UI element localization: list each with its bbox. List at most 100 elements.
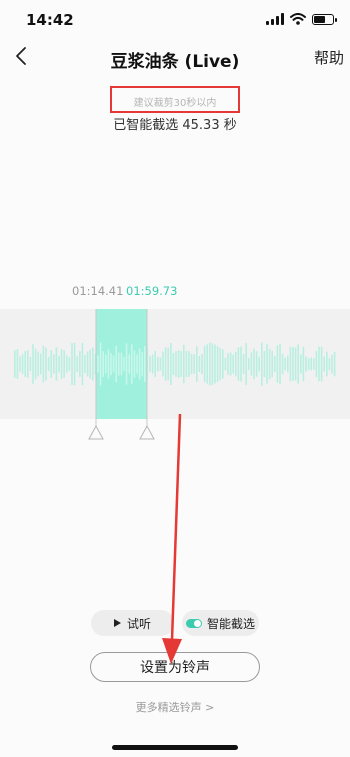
waveform-bar <box>266 344 268 384</box>
waveform-bar <box>141 351 143 377</box>
more-ringtones-link[interactable]: 更多精选铃声 > <box>0 699 350 715</box>
selection-start-time: 01:14.41 <box>72 284 124 298</box>
waveform-bar <box>331 354 333 374</box>
waveform-bar <box>198 355 201 373</box>
page-title: 豆浆油条 (Live) <box>110 52 240 72</box>
waveform-bar <box>274 356 276 372</box>
waveform-bar <box>144 345 146 383</box>
waveform-bar <box>19 356 21 372</box>
waveform-bar <box>102 350 104 378</box>
waveform-bar <box>68 357 71 371</box>
waveform-bar <box>177 350 180 378</box>
waveform-bar <box>42 345 45 383</box>
hint-highlight-box: 建议裁剪30秒以内 <box>110 86 240 113</box>
waveform-bar <box>287 355 289 373</box>
waveform-bar <box>154 350 156 378</box>
waveform-bar <box>92 347 94 381</box>
waveform-bar <box>66 355 68 373</box>
waveform-bar <box>302 346 305 382</box>
smart-cut-label: 智能截选 <box>206 616 255 631</box>
waveform-bar <box>63 350 65 378</box>
waveform-bar <box>120 352 123 376</box>
waveform-bar <box>118 352 120 376</box>
help-link[interactable]: 帮助 <box>314 47 344 68</box>
waveform-bar <box>268 348 271 380</box>
waveform-bar <box>279 343 281 385</box>
waveform-bar <box>185 350 188 378</box>
waveform-bar <box>84 355 86 374</box>
waveform-bar <box>172 352 175 376</box>
waveform-bar <box>24 350 26 378</box>
waveform-bar <box>53 354 55 374</box>
waveform-bar <box>209 342 211 386</box>
waveform-bar <box>253 348 255 380</box>
audition-button[interactable]: 试听 <box>91 610 174 636</box>
play-icon <box>113 619 121 627</box>
signal-icon <box>266 13 284 25</box>
wifi-icon <box>290 13 306 25</box>
waveform-bar <box>60 349 63 379</box>
waveform-bar <box>107 349 110 379</box>
waveform-bar <box>222 349 224 379</box>
selection-duration-text: 已智能截选 45.33 秒 <box>113 118 237 133</box>
set-ringtone-button[interactable]: 设置为铃声 <box>90 652 260 682</box>
smart-cut-toggle[interactable]: 智能截选 <box>182 610 259 636</box>
waveform-bar <box>81 342 84 386</box>
waveform-bar <box>235 351 237 377</box>
waveform-bar <box>97 355 99 373</box>
waveform-bar <box>89 349 91 379</box>
trim-hint-text: 建议裁剪30秒以内 <box>133 98 217 109</box>
waveform-bar <box>40 353 42 375</box>
waveform-bar <box>190 353 193 375</box>
waveform-bar <box>206 344 208 384</box>
audition-label: 试听 <box>126 616 151 631</box>
waveform-bar <box>71 343 73 386</box>
waveform-bar <box>240 346 242 382</box>
selection-end-time: 01:59.73 <box>126 284 178 298</box>
waveform-bar <box>34 348 37 380</box>
status-time: 14:42 <box>26 11 74 29</box>
waveform-bar <box>47 356 50 372</box>
waveform-bar <box>55 347 58 381</box>
battery-icon <box>312 13 337 25</box>
waveform-bar <box>242 353 245 375</box>
waveform-bar <box>313 358 315 370</box>
waveform-bar <box>21 354 24 374</box>
waveform-bar <box>237 347 240 381</box>
waveform-bar <box>255 350 258 377</box>
waveform-bar <box>115 345 117 383</box>
waveform-bar <box>131 343 133 385</box>
waveform-bar <box>284 357 286 371</box>
waveform-bar <box>263 350 266 378</box>
waveform-bar <box>276 345 279 383</box>
toggle-on-icon <box>185 618 202 628</box>
waveform-bar <box>203 345 206 383</box>
waveform-bar <box>167 347 169 381</box>
waveform-bar <box>170 342 172 386</box>
right-drag-handle[interactable] <box>139 424 155 440</box>
waveform-bar <box>289 346 292 382</box>
waveform-bar <box>180 351 182 377</box>
waveform-bar <box>196 346 198 382</box>
waveform-bar <box>227 352 229 376</box>
waveform-bar <box>50 350 52 378</box>
waveform-bar <box>310 357 312 371</box>
waveform[interactable] <box>0 309 350 449</box>
home-indicator <box>112 745 238 750</box>
waveform-bar <box>224 357 227 371</box>
waveform-bar <box>164 347 167 381</box>
waveform-bar <box>123 356 125 372</box>
waveform-bar <box>162 351 164 377</box>
waveform-bar <box>99 342 102 386</box>
waveform-bar <box>79 350 81 378</box>
waveform-bar <box>320 346 323 382</box>
waveform-bar <box>76 356 78 372</box>
waveform-bar <box>271 350 273 378</box>
waveform-bar <box>138 348 141 380</box>
waveform-bar <box>45 347 47 381</box>
waveform-bar <box>258 356 260 372</box>
left-drag-handle[interactable] <box>88 424 104 440</box>
waveform-bar <box>175 351 177 377</box>
waveform-bar <box>294 347 297 381</box>
waveform-bar <box>201 353 203 375</box>
